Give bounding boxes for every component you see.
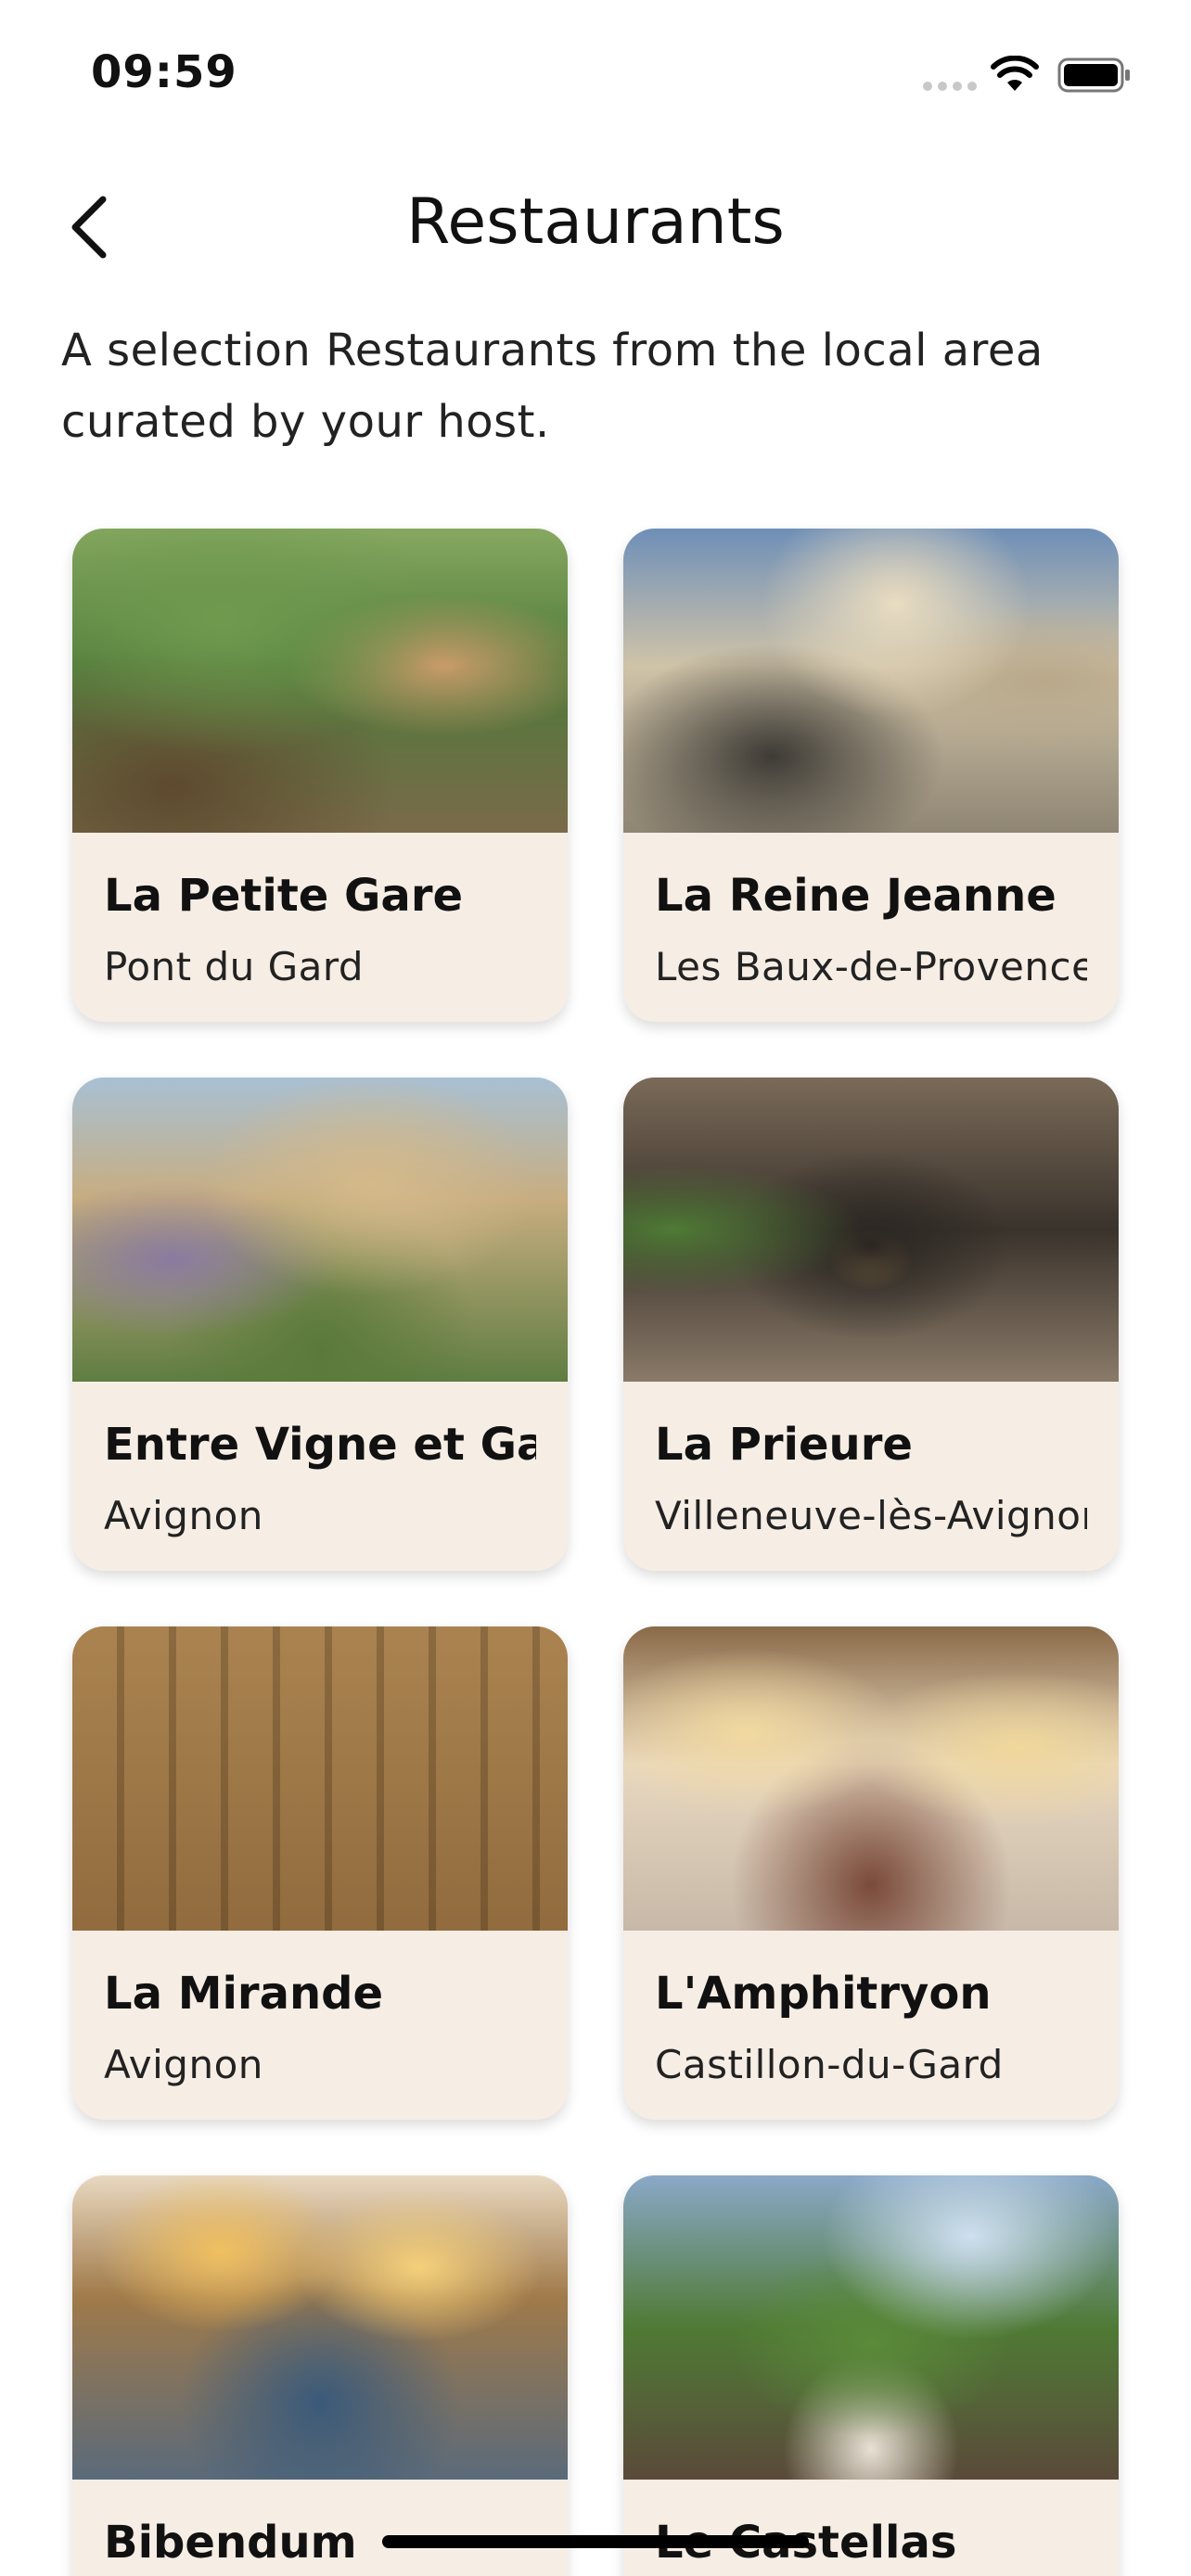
restaurant-card[interactable]: Bibendum <box>72 2175 568 2576</box>
restaurant-name: La Petite Gare <box>104 870 464 922</box>
restaurant-photo <box>72 1626 568 1931</box>
restaurant-location: Les Baux-de-Provence <box>655 944 1087 989</box>
battery-icon <box>1057 57 1130 93</box>
status-time: 09:59 <box>91 46 237 98</box>
restaurant-card[interactable]: L'Amphitryon Castillon-du-Gard <box>623 1626 1119 2120</box>
restaurant-photo <box>623 1626 1119 1931</box>
restaurant-photo <box>72 2175 568 2480</box>
page-subtitle: A selection Restaurants from the local a… <box>61 325 1044 448</box>
restaurant-name: L'Amphitryon <box>655 1968 992 2020</box>
wifi-icon <box>991 56 1039 91</box>
restaurant-name: Entre Vigne et Garrigue <box>104 1419 536 1471</box>
restaurant-card[interactable]: Entre Vigne et Garrigue Avignon <box>72 1078 568 1571</box>
restaurant-card[interactable]: La Petite Gare Pont du Gard <box>72 529 568 1022</box>
restaurant-location: Castillon-du-Gard <box>655 2042 1004 2087</box>
restaurant-card[interactable]: La Mirande Avignon <box>72 1626 568 2120</box>
restaurant-photo <box>623 529 1119 833</box>
restaurant-photo <box>623 1078 1119 1382</box>
home-indicator[interactable] <box>382 2535 809 2548</box>
restaurant-photo <box>72 1078 568 1382</box>
restaurant-location: Villeneuve-lès-Avignon <box>655 1493 1087 1538</box>
restaurant-name: La Reine Jeanne <box>655 870 1057 922</box>
restaurant-location: Avignon <box>104 2042 263 2087</box>
restaurant-name: La Prieure <box>655 1419 913 1471</box>
restaurant-location: Pont du Gard <box>104 944 365 989</box>
restaurant-card[interactable]: La Prieure Villeneuve-lès-Avignon <box>623 1078 1119 1571</box>
restaurant-photo <box>623 2175 1119 2480</box>
restaurant-card[interactable]: La Reine Jeanne Les Baux-de-Provence <box>623 529 1119 1022</box>
restaurant-location: Avignon <box>104 1493 263 1538</box>
restaurant-photo <box>72 529 568 833</box>
restaurant-card[interactable]: Le Castellas <box>623 2175 1119 2576</box>
status-bar: 09:59 <box>0 0 1191 148</box>
restaurant-name: La Mirande <box>104 1968 384 2020</box>
page-title: Restaurants <box>406 185 785 259</box>
cellular-signal-icon <box>923 82 977 91</box>
